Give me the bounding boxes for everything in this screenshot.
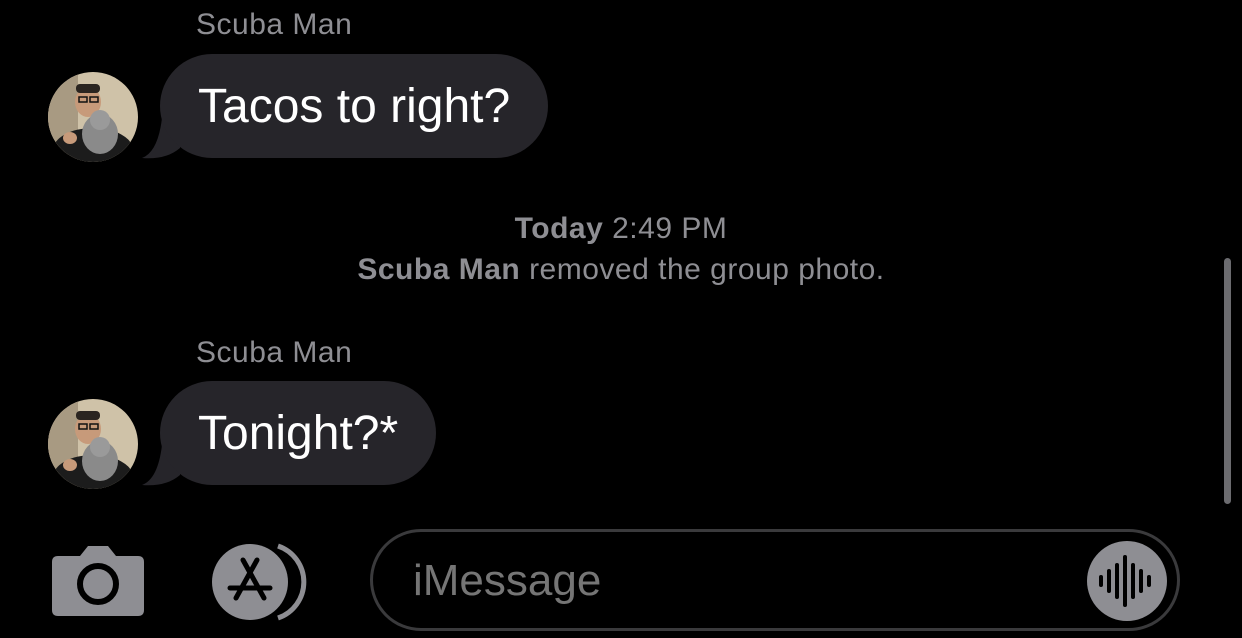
sender-name: Scuba Man [196, 8, 353, 41]
camera-icon [52, 546, 144, 616]
message-text: Tacos to right? [198, 79, 511, 133]
message-bubble[interactable]: Tonight?* [160, 381, 437, 485]
apps-button[interactable] [210, 542, 320, 622]
camera-button[interactable] [50, 544, 146, 618]
scrollbar[interactable] [1224, 258, 1231, 504]
sender-name: Scuba Man [196, 336, 353, 369]
sender-avatar[interactable] [48, 399, 138, 489]
waveform-icon [1099, 555, 1151, 607]
audio-message-button[interactable] [1087, 541, 1167, 621]
event-action: removed the group photo. [529, 253, 885, 286]
message-text: Tonight?* [198, 406, 399, 460]
message-input-field[interactable] [370, 529, 1180, 631]
timestamp-day: Today [514, 212, 604, 245]
app-store-icon [212, 543, 307, 621]
timestamp-time: 2:49 PM [612, 212, 728, 245]
timestamp: Today 2:49 PM [0, 212, 1242, 246]
group-event-notice: Scuba Man removed the group photo. [0, 253, 1242, 287]
event-actor: Scuba Man [357, 253, 521, 286]
message-input[interactable] [411, 532, 1065, 630]
sender-avatar[interactable] [48, 72, 138, 162]
message-bubble[interactable]: Tacos to right? [160, 54, 549, 158]
